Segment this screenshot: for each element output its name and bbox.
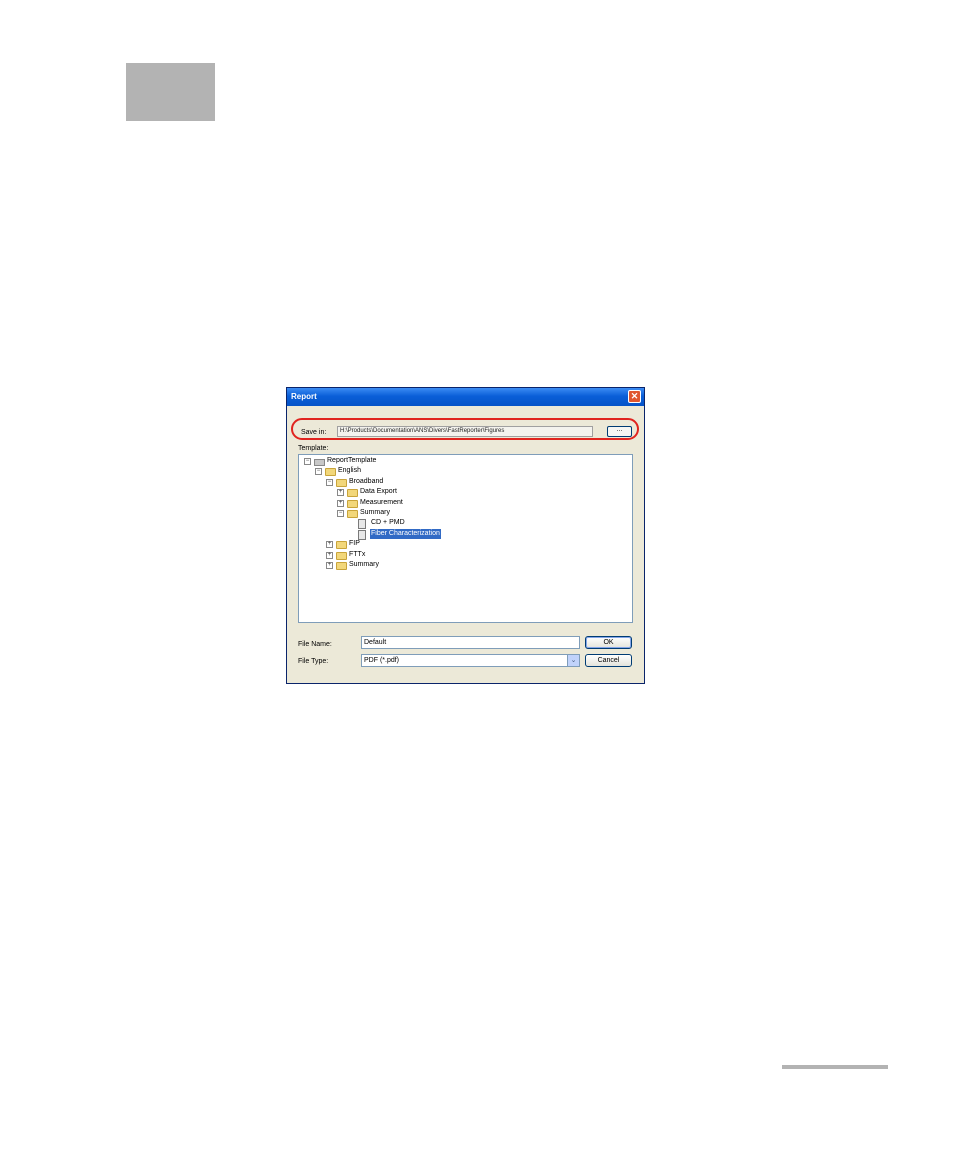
file-name-label: File Name: (298, 641, 332, 648)
folder-icon (347, 510, 358, 518)
tree-item-label: Measurement (360, 498, 403, 506)
folder-icon (336, 551, 347, 560)
close-button[interactable]: ✕ (628, 390, 641, 403)
footer-rule (782, 1065, 888, 1069)
expand-icon[interactable]: + (326, 541, 333, 549)
folder-icon (336, 478, 347, 487)
save-in-path-field[interactable]: H:\Products\Documentation\ANS\Divers\Fas… (337, 426, 593, 437)
expand-icon[interactable]: + (337, 489, 344, 497)
dialog-title: Report (291, 392, 317, 401)
collapse-icon[interactable]: − (337, 510, 344, 517)
folder-icon (347, 499, 358, 508)
browse-button[interactable]: ... (607, 426, 632, 437)
file-type-value: PDF (*.pdf) (364, 657, 400, 664)
tree-item-label: FTTx (349, 550, 366, 558)
tree-item-label: ReportTemplate (327, 457, 377, 464)
document-icon (358, 519, 366, 530)
dialog-titlebar: Report ✕ (287, 388, 644, 406)
expand-icon[interactable]: + (337, 499, 344, 507)
collapse-icon[interactable]: − (304, 458, 311, 465)
file-type-select[interactable]: PDF (*.pdf) ⌄ (361, 654, 580, 667)
tree-item-label: Fiber Characterization (370, 528, 441, 539)
folder-icon (336, 541, 347, 550)
file-type-label: File Type: (298, 658, 329, 665)
tree-item-label: Broadband (349, 477, 384, 485)
save-in-label: Save in: (301, 429, 327, 436)
tree-item-label: Summary (349, 561, 379, 568)
expand-icon[interactable]: + (326, 551, 333, 559)
template-label: Template: (298, 445, 329, 452)
chevron-down-icon[interactable]: ⌄ (567, 655, 579, 666)
root-icon (314, 459, 325, 466)
tree-item-label: CD + PMD (371, 519, 405, 527)
folder-icon (325, 468, 336, 477)
file-name-input[interactable]: Default (361, 636, 580, 649)
expand-icon[interactable]: + (326, 562, 333, 569)
tree-item-label: Summary (360, 509, 390, 516)
ok-button[interactable]: OK (585, 636, 632, 649)
tree-item-label: FIP (349, 540, 360, 548)
cancel-button[interactable]: Cancel (585, 654, 632, 667)
page-corner-block (126, 63, 215, 121)
collapse-icon[interactable]: − (315, 468, 322, 476)
collapse-icon[interactable]: − (326, 478, 333, 486)
close-icon: ✕ (630, 391, 639, 401)
folder-icon (336, 562, 347, 570)
folder-icon (347, 489, 358, 498)
template-tree[interactable]: − ReportTemplate − English − Broadband + Data E… (298, 454, 633, 623)
tree-item-label: Data Export (360, 488, 397, 496)
tree-item-label: English (338, 467, 361, 475)
report-dialog: Report ✕ Save in: H:\Products\Documentat… (286, 387, 645, 684)
save-in-highlight: Save in: H:\Products\Documentation\ANS\D… (291, 418, 639, 440)
